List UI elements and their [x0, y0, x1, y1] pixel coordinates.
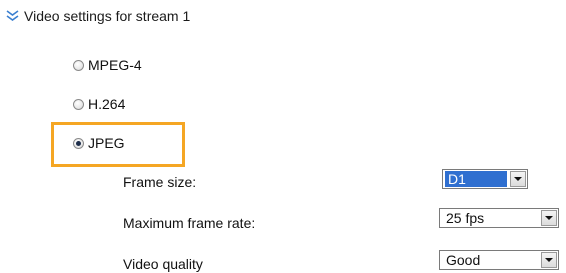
frame-size-select[interactable]: D1 — [442, 169, 528, 189]
max-frame-rate-label: Maximum frame rate: — [123, 215, 256, 231]
radio-h264[interactable]: H.264 — [73, 95, 125, 113]
radio-button[interactable] — [73, 98, 84, 110]
section-title: Video settings for stream 1 — [24, 8, 191, 24]
radio-label: JPEG — [88, 135, 125, 151]
radio-label: MPEG-4 — [88, 57, 142, 73]
double-chevron-down-icon — [6, 10, 19, 21]
frame-size-value: D1 — [445, 171, 507, 187]
max-frame-rate-value: 25 fps — [446, 210, 485, 226]
max-frame-rate-select[interactable]: 25 fps — [439, 208, 559, 228]
dropdown-arrow-icon[interactable] — [510, 171, 526, 187]
radio-button-checked[interactable] — [73, 137, 84, 149]
frame-size-label: Frame size: — [123, 174, 197, 190]
radio-mpeg4[interactable]: MPEG-4 — [73, 56, 142, 74]
section-header[interactable]: Video settings for stream 1 — [6, 7, 190, 25]
video-settings-panel: Video settings for stream 1 MPEG-4 H.264… — [0, 0, 566, 273]
video-quality-value: Good — [446, 252, 481, 268]
radio-button[interactable] — [73, 59, 84, 71]
radio-jpeg[interactable]: JPEG — [73, 134, 125, 152]
video-quality-label: Video quality — [123, 256, 203, 272]
dropdown-arrow-icon[interactable] — [541, 252, 557, 268]
radio-label: H.264 — [88, 96, 126, 112]
video-quality-select[interactable]: Good — [439, 250, 559, 270]
dropdown-arrow-icon[interactable] — [541, 210, 557, 226]
